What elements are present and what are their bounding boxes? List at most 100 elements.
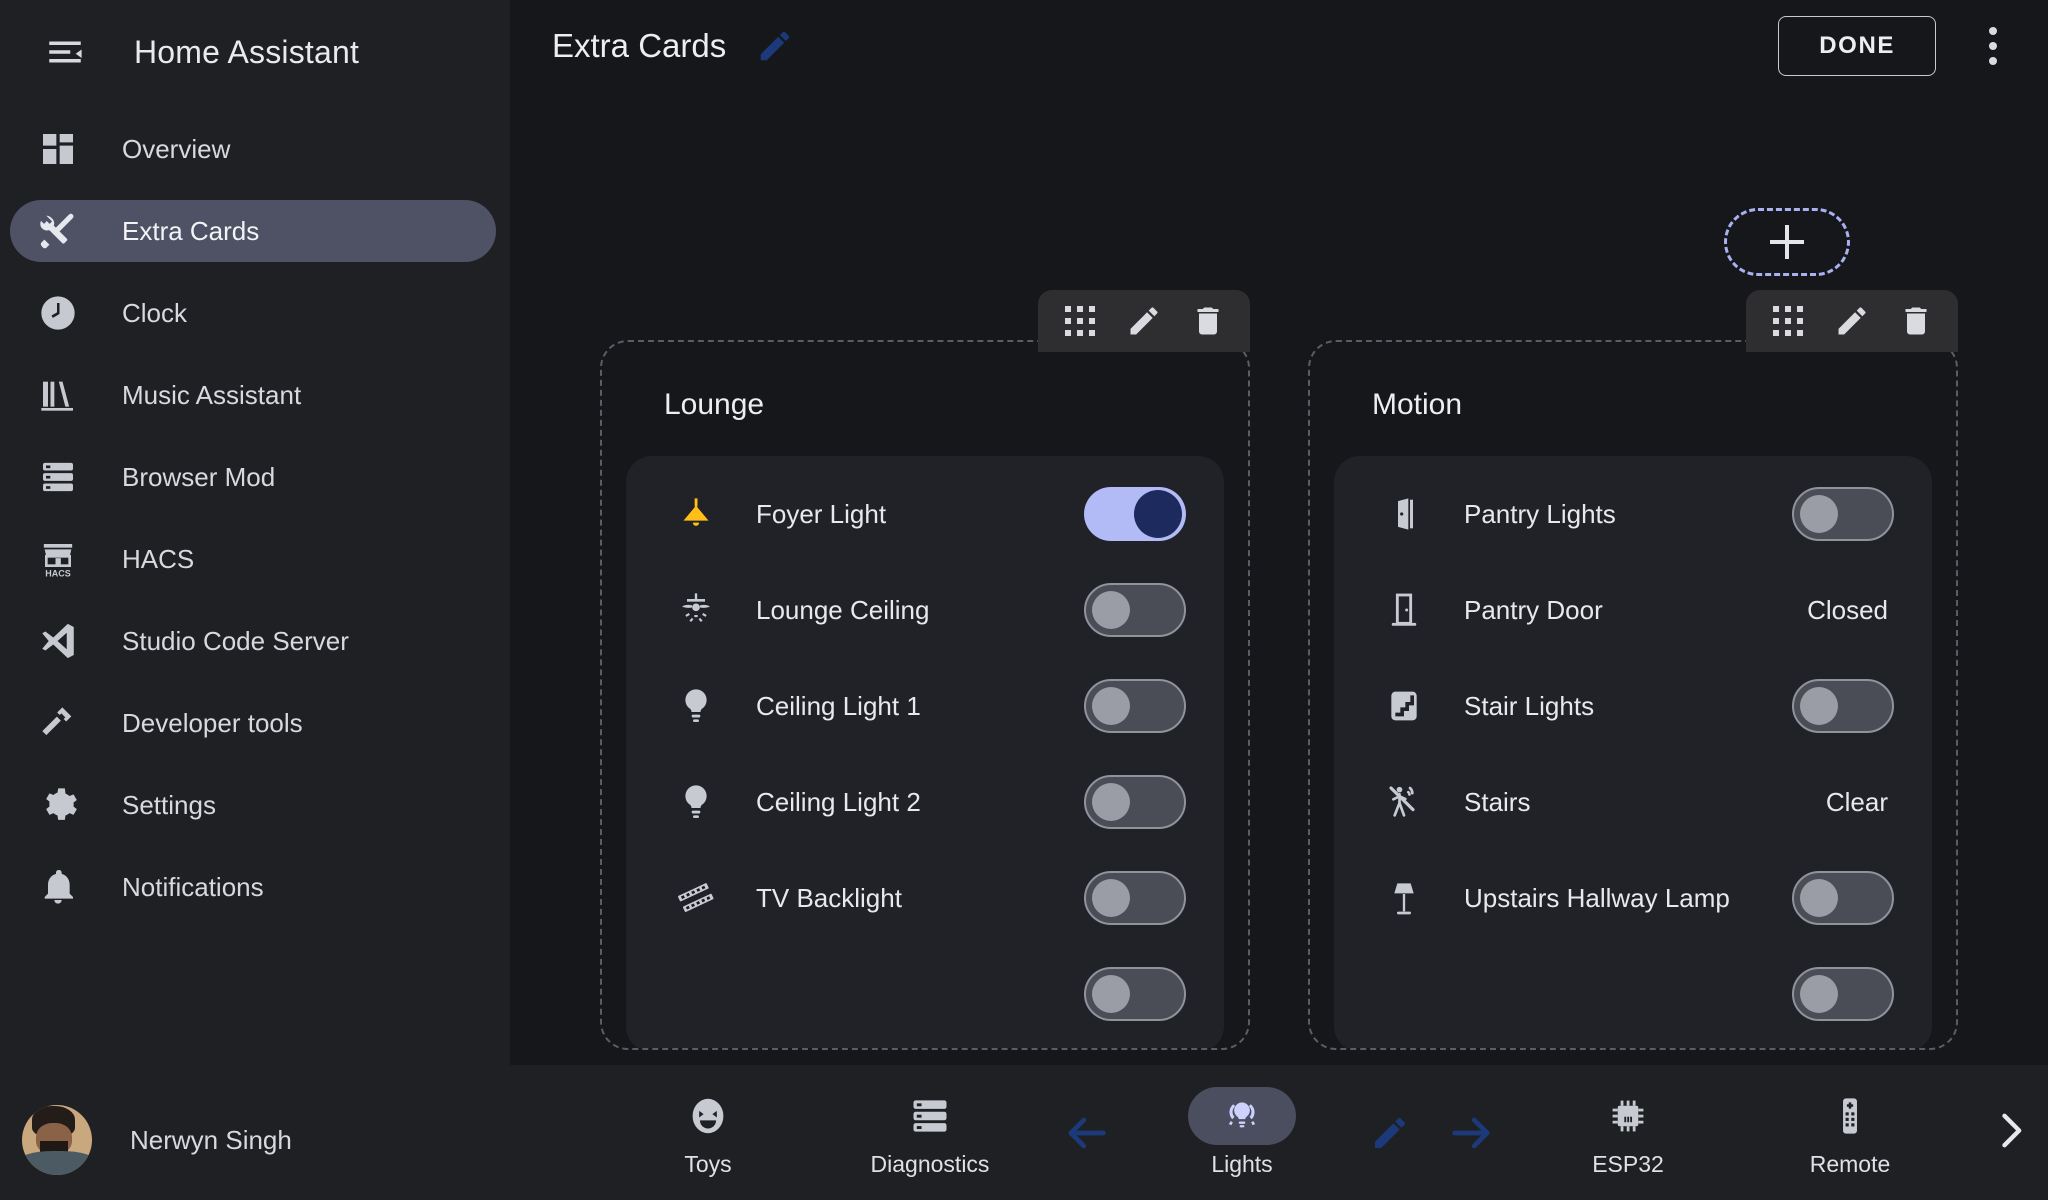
nav-item-diagnostics[interactable]: Diagnostics	[819, 1065, 1041, 1200]
sidebar-item-hacs[interactable]: HACS HACS	[10, 528, 496, 590]
server-icon	[32, 457, 84, 497]
nav-item-toys[interactable]: Toys	[597, 1065, 819, 1200]
stairs-icon	[1376, 686, 1432, 726]
sidebar-item-label: Developer tools	[122, 707, 303, 738]
sidebar-item-label: Settings	[122, 789, 216, 820]
sidebar-item-developer-tools[interactable]: Developer tools	[10, 692, 496, 754]
entity-row[interactable]: TV Backlight	[626, 850, 1224, 946]
trash-icon[interactable]	[1182, 295, 1234, 347]
plus-icon	[1770, 225, 1804, 259]
done-button[interactable]: DONE	[1778, 16, 1936, 76]
sidebar-item-label: HACS	[122, 543, 195, 574]
entity-toggle[interactable]	[1084, 967, 1186, 1021]
card-title: Motion	[1372, 388, 1463, 421]
emoticon-icon	[654, 1087, 762, 1145]
sidebar-item-settings[interactable]: Settings	[10, 774, 496, 836]
entity-toggle[interactable]	[1084, 871, 1186, 925]
pencil-icon[interactable]	[756, 27, 794, 65]
entity-toggle[interactable]	[1792, 871, 1894, 925]
svg-text:HACS: HACS	[45, 568, 71, 578]
bottom-navigation-bar: Toys Diagnostics Lights ESP32 Remote	[510, 1065, 2048, 1200]
lightbulb-icon	[668, 782, 724, 822]
entity-toggle[interactable]	[1084, 679, 1186, 733]
card-edit-toolbar	[1746, 290, 1958, 352]
door-closed-icon	[1376, 590, 1432, 630]
entity-toggle[interactable]	[1792, 967, 1894, 1021]
clock-icon	[32, 293, 84, 333]
entity-name: Ceiling Light 1	[756, 690, 921, 721]
entity-name: TV Backlight	[756, 882, 902, 913]
sidebar-item-browser-mod[interactable]: Browser Mod	[10, 446, 496, 508]
sidebar-user-profile[interactable]: Nerwyn Singh	[0, 1080, 510, 1200]
entity-row[interactable]	[1334, 946, 1932, 1042]
entity-row[interactable]: Foyer Light	[626, 466, 1224, 562]
sidebar-header: Home Assistant	[0, 6, 510, 98]
entity-toggle[interactable]	[1792, 487, 1894, 541]
top-app-bar: Extra Cards DONE	[510, 0, 2048, 92]
entity-row[interactable]: Stairs Clear	[1334, 754, 1932, 850]
sidebar-item-overview[interactable]: Overview	[10, 118, 496, 180]
avatar	[22, 1105, 92, 1175]
sidebar-title: Home Assistant	[134, 33, 360, 70]
entity-row[interactable]: Lounge Ceiling	[626, 562, 1224, 658]
sidebar-item-studio-code-server[interactable]: Studio Code Server	[10, 610, 496, 672]
sidebar-item-label: Studio Code Server	[122, 625, 349, 656]
arrow-left-icon[interactable]	[1041, 1065, 1131, 1200]
gear-icon	[32, 785, 84, 825]
entity-name: Pantry Lights	[1464, 498, 1616, 529]
sidebar-item-label: Overview	[122, 133, 231, 164]
entity-row[interactable]: Pantry Door Closed	[1334, 562, 1932, 658]
pencil-icon[interactable]	[1118, 295, 1170, 347]
entity-name: Foyer Light	[756, 498, 887, 529]
sidebar-item-label: Music Assistant	[122, 379, 302, 410]
entity-row[interactable]: Stair Lights	[1334, 658, 1932, 754]
bell-icon	[32, 867, 84, 907]
entity-name: Stair Lights	[1464, 690, 1595, 721]
page-title: Extra Cards	[552, 27, 727, 64]
menu-collapse-icon[interactable]	[28, 15, 102, 89]
entity-name: Pantry Door	[1464, 594, 1603, 625]
trash-icon[interactable]	[1890, 295, 1942, 347]
main-content: Extra Cards DONE Lounge Foyer Light Loun…	[510, 0, 2048, 1200]
arrow-right-icon[interactable]	[1427, 1065, 1517, 1200]
drag-dots-icon[interactable]	[1762, 295, 1814, 347]
nav-item-label: Lights	[1211, 1151, 1273, 1177]
nav-item-label: Diagnostics	[870, 1151, 990, 1177]
pencil-icon[interactable]	[1826, 295, 1878, 347]
entity-toggle[interactable]	[1084, 487, 1186, 541]
led-strip-icon	[668, 878, 724, 918]
sidebar-item-label: Extra Cards	[122, 215, 260, 246]
entity-row[interactable]	[626, 946, 1224, 1042]
nav-item-lights[interactable]: Lights	[1131, 1065, 1353, 1200]
entity-toggle[interactable]	[1084, 775, 1186, 829]
tools-icon	[32, 210, 84, 252]
sidebar-item-clock[interactable]: Clock	[10, 282, 496, 344]
hacs-store-icon: HACS	[32, 539, 84, 579]
entity-name: Lounge Ceiling	[756, 594, 930, 625]
entity-state: Clear	[1825, 786, 1888, 817]
sidebar-nav-list: Overview Extra Cards Clock Music Assista…	[0, 98, 510, 1080]
entity-toggle[interactable]	[1084, 583, 1186, 637]
chevron-right-icon[interactable]	[1988, 1108, 2032, 1157]
sidebar-item-extra-cards[interactable]: Extra Cards	[10, 200, 496, 262]
vscode-icon	[32, 620, 84, 662]
drag-dots-icon[interactable]	[1054, 295, 1106, 347]
nav-item-esp32[interactable]: ESP32	[1517, 1065, 1739, 1200]
sidebar-item-music-assistant[interactable]: Music Assistant	[10, 364, 496, 426]
entity-row[interactable]: Ceiling Light 1	[626, 658, 1224, 754]
sidebar-item-notifications[interactable]: Notifications	[10, 856, 496, 918]
more-vertical-icon[interactable]	[1962, 15, 2024, 77]
nav-item-remote[interactable]: Remote	[1739, 1065, 1961, 1200]
entity-state: Closed	[1807, 594, 1888, 625]
entity-name: Stairs	[1464, 786, 1531, 817]
floor-lamp-icon	[1376, 878, 1432, 918]
pencil-icon[interactable]	[1353, 1065, 1427, 1200]
add-card-button[interactable]	[1724, 208, 1850, 276]
server-icon	[876, 1087, 984, 1145]
entity-row[interactable]: Upstairs Hallway Lamp	[1334, 850, 1932, 946]
entity-row[interactable]: Ceiling Light 2	[626, 754, 1224, 850]
card-title: Lounge	[664, 388, 765, 421]
entity-toggle[interactable]	[1792, 679, 1894, 733]
view-dashboard-icon	[32, 129, 84, 169]
entity-row[interactable]: Pantry Lights	[1334, 466, 1932, 562]
